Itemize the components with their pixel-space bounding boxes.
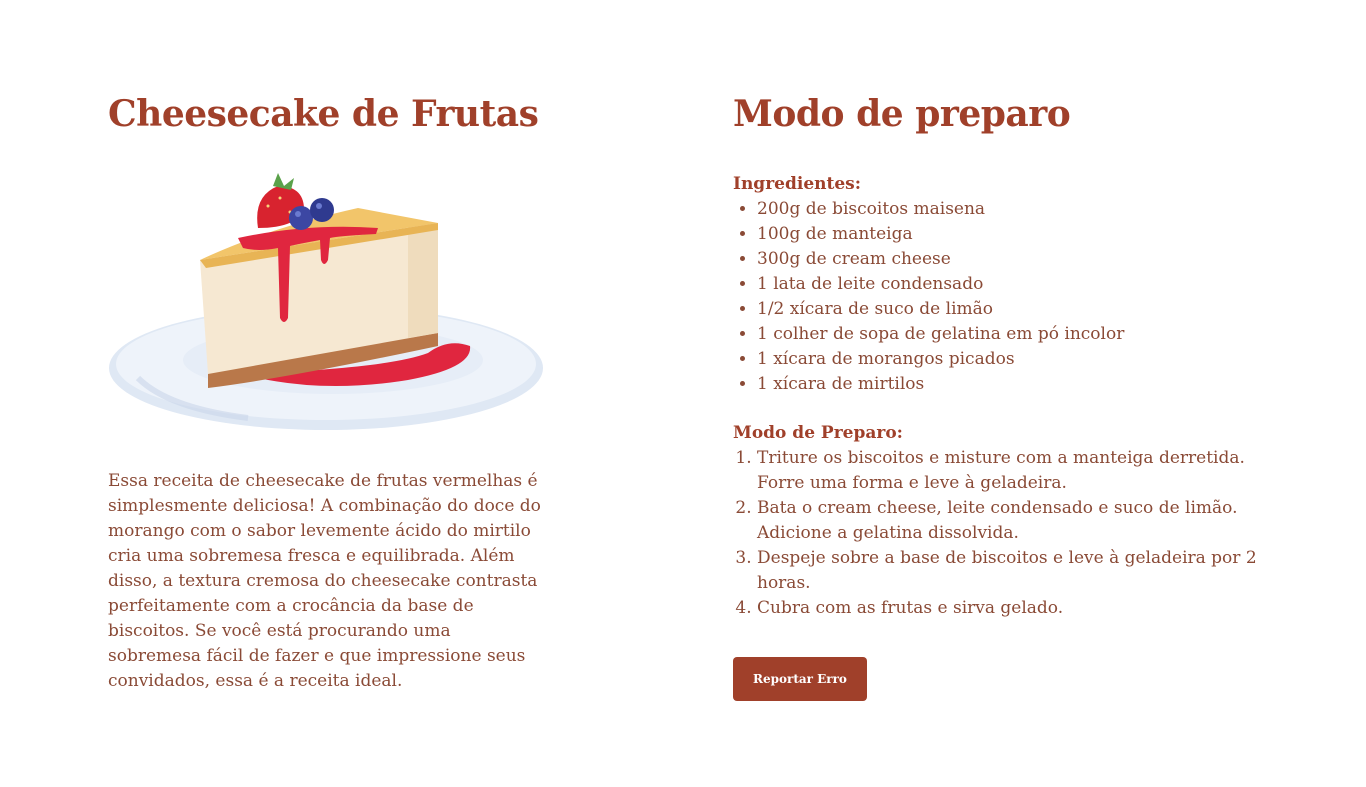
- steps-label: Modo de Preparo:: [733, 423, 903, 443]
- ingredient-item: 1 colher de sopa de gelatina em pó incol…: [757, 322, 1293, 347]
- step-item: Cubra com as frutas e sirva gelado.: [757, 596, 1257, 621]
- preparation-column: Modo de preparo Ingredientes: 200g de bi…: [733, 88, 1293, 701]
- preparation-title: Modo de preparo: [733, 93, 1071, 135]
- recipe-title: Cheesecake de Frutas: [108, 93, 539, 135]
- ingredient-item: 1/2 xícara de suco de limão: [757, 297, 1293, 322]
- ingredient-item: 1 xícara de mirtilos: [757, 372, 1293, 397]
- ingredient-item: 1 lata de leite condensado: [757, 272, 1293, 297]
- ingredient-item: 200g de biscoitos maisena: [757, 197, 1293, 222]
- ingredient-item: 300g de cream cheese: [757, 247, 1293, 272]
- steps-list: Triture os biscoitos e misture com a man…: [733, 446, 1257, 621]
- page: Cheesecake de Frutas Essa receita de che…: [0, 0, 1366, 787]
- ingredients-label: Ingredientes:: [733, 174, 862, 194]
- ingredient-item: 100g de manteiga: [757, 222, 1293, 247]
- recipe-description: Essa receita de cheesecake de frutas ver…: [108, 471, 541, 691]
- step-item: Bata o cream cheese, leite condensado e …: [757, 496, 1257, 546]
- step-item: Despeje sobre a base de biscoitos e leve…: [757, 546, 1257, 596]
- ingredients-list: 200g de biscoitos maisena 100g de mantei…: [733, 197, 1293, 397]
- cheesecake-illustration: [109, 173, 543, 430]
- step-item: Triture os biscoitos e misture com a man…: [757, 446, 1257, 496]
- report-error-button[interactable]: Reportar Erro: [733, 657, 867, 701]
- ingredient-item: 1 xícara de morangos picados: [757, 347, 1293, 372]
- recipe-column: Cheesecake de Frutas Essa receita de che…: [108, 88, 558, 694]
